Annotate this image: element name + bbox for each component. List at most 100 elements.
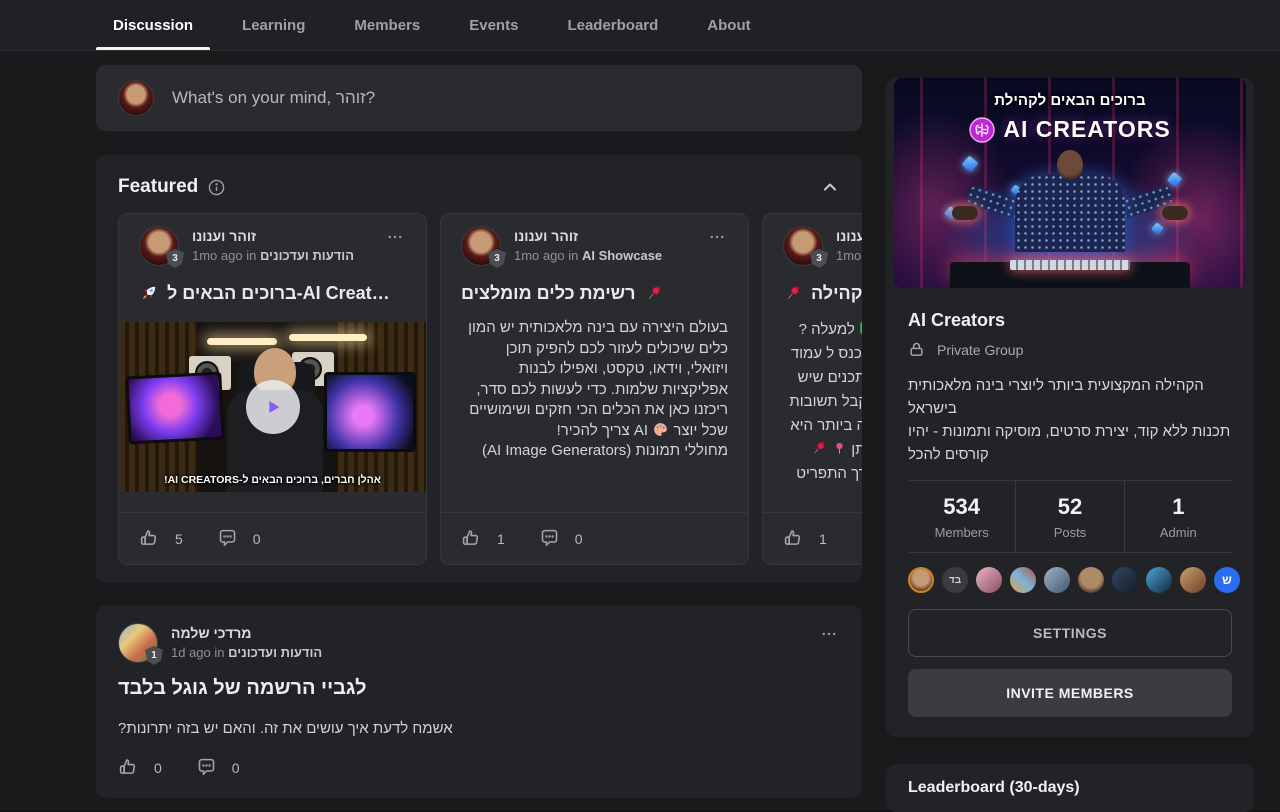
tab-label: Learning — [242, 17, 305, 34]
stat-members: 534 Members — [908, 481, 1015, 552]
comment-button[interactable]: 0 — [539, 528, 583, 549]
play-button[interactable] — [246, 380, 300, 434]
comment-count: 0 — [232, 760, 240, 776]
comment-button[interactable]: 0 — [196, 757, 240, 778]
comment-button[interactable]: 0 — [217, 528, 261, 549]
like-button[interactable]: 0 — [118, 757, 162, 778]
featured-title: Featured — [118, 176, 198, 198]
invite-members-button[interactable]: INVITE MEMBERS — [908, 669, 1232, 717]
thumbs-up-icon — [461, 528, 482, 549]
tab-label: Discussion — [113, 17, 193, 34]
member-avatar[interactable] — [1044, 567, 1070, 593]
stat-admins: 1 Admin — [1124, 481, 1232, 552]
like-button[interactable]: 1 — [461, 528, 505, 549]
more-menu-icon[interactable] — [384, 226, 406, 248]
member-avatar[interactable] — [976, 567, 1002, 593]
author-name[interactable]: מרדכי שלמה — [171, 624, 322, 642]
post-body-text: בה ביותר היא — [763, 414, 862, 438]
author-name[interactable]: זוהר וענונו — [514, 227, 662, 245]
author-name[interactable]: זוהר וענונו — [192, 227, 354, 245]
video-thumbnail[interactable]: אהלן חברים, ברוכים הבאים ל-AI CREATORS! — [119, 322, 426, 492]
post-composer[interactable]: What's on your mind, זוהר? — [96, 65, 862, 131]
banner-welcome-text: ברוכים הבאים לקהילת — [894, 92, 1246, 109]
level-badge: 3 — [810, 249, 828, 268]
more-menu-icon[interactable] — [706, 226, 728, 248]
post-category[interactable]: AI Showcase — [582, 248, 662, 263]
comment-count: 0 — [575, 531, 583, 547]
member-avatar[interactable] — [1146, 567, 1172, 593]
post-actions: 1 0 — [441, 512, 748, 564]
tab-label: About — [707, 17, 750, 34]
tab-about[interactable]: About — [690, 0, 767, 50]
main-column: What's on your mind, זוהר? Featured — [96, 51, 862, 798]
group-description-line: תכנות ללא קוד, יצירת סרטים, מוסיקה ותמונ… — [908, 420, 1232, 466]
author-avatar[interactable]: 3 — [139, 226, 179, 266]
member-avatar[interactable] — [1180, 567, 1206, 593]
post-meta: 1mo ago in הודעות ועדכונים — [192, 247, 354, 265]
tab-discussion[interactable]: Discussion — [96, 0, 210, 50]
group-banner: ברוכים הבאים לקהילת AI CREATORS — [894, 78, 1246, 288]
post-category[interactable]: הודעות ועדכונים — [260, 248, 354, 263]
comment-button[interactable] — [861, 528, 862, 549]
tab-members[interactable]: Members — [337, 0, 437, 50]
post-title[interactable]: ברוכים הבאים ל-AI Creat… — [139, 280, 406, 306]
feed-post[interactable]: 1 מרדכי שלמה 1d ago in הודעות ועדכונים ל… — [96, 605, 862, 798]
member-avatar[interactable] — [1112, 567, 1138, 593]
round-pin-icon — [832, 441, 847, 456]
member-avatar[interactable]: בד — [942, 567, 968, 593]
featured-header: Featured — [118, 175, 840, 199]
tab-learning[interactable]: Learning — [225, 0, 322, 50]
post-body-text: דרך התפריט — [763, 462, 862, 486]
author-name[interactable]: זוהר וענונו — [836, 227, 862, 245]
post-meta: 1mo ago in — [836, 247, 862, 265]
featured-card-community[interactable]: 3 זוהר וענונו 1mo ago in — [762, 213, 862, 565]
stat-label: Admin — [1125, 525, 1232, 540]
stat-label: Posts — [1016, 525, 1123, 540]
post-timestamp: 1mo ago in — [514, 248, 578, 263]
author-avatar[interactable]: 3 — [783, 226, 823, 266]
info-icon[interactable] — [208, 179, 225, 196]
author-avatar[interactable]: 3 — [461, 226, 501, 266]
post-title[interactable]: לגביי הרשמה של גוגל בלבד — [118, 677, 840, 700]
post-title-text: ברוכים הבאים ל-AI Creat… — [167, 280, 390, 306]
member-avatar[interactable] — [1078, 567, 1104, 593]
stat-posts: 52 Posts — [1015, 481, 1123, 552]
video-caption: אהלן חברים, ברוכים הבאים ל-AI CREATORS! — [119, 474, 426, 486]
community-page: { "nav": { "tabs": [ { "label": "Discuss… — [0, 0, 1280, 811]
post-title[interactable]: קהילה — [783, 280, 862, 306]
chevron-up-icon[interactable] — [820, 177, 840, 197]
tab-label: Leaderboard — [567, 17, 658, 34]
featured-card-tools[interactable]: 3 זוהר וענונו 1mo ago in AI Showcase — [440, 213, 749, 565]
post-body-text: AI צריך להכיר! — [557, 422, 648, 439]
post-body: בעולם היצירה עם בינה מלאכותית יש המון כל… — [461, 318, 728, 462]
leaderboard-title: Leaderboard (30-days) — [908, 779, 1232, 797]
post-actions: 5 0 — [119, 512, 426, 564]
member-avatar[interactable] — [908, 567, 934, 593]
member-avatar[interactable] — [1010, 567, 1036, 593]
post-title[interactable]: רשימת כלים מומלצים — [461, 280, 728, 306]
tab-leaderboard[interactable]: Leaderboard — [550, 0, 675, 50]
post-title-text: רשימת כלים מומלצים — [461, 280, 636, 306]
thumbnail-art — [324, 372, 416, 452]
banner-art — [952, 206, 978, 220]
more-menu-icon[interactable] — [818, 623, 840, 645]
like-button[interactable]: 1 — [783, 528, 827, 549]
group-stats: 534 Members 52 Posts 1 Admin — [908, 481, 1232, 552]
post-category[interactable]: הודעות ועדכונים — [228, 645, 322, 660]
current-user-avatar[interactable] — [118, 80, 154, 116]
level-badge: 3 — [488, 249, 506, 268]
stat-value: 534 — [908, 494, 1015, 520]
stat-value: 1 — [1125, 494, 1232, 520]
like-button[interactable]: 5 — [139, 528, 183, 549]
thumbs-up-icon — [118, 757, 139, 778]
level-badge: 3 — [166, 249, 184, 268]
author-avatar[interactable]: 1 — [118, 623, 158, 663]
tab-label: Members — [354, 17, 420, 34]
settings-button[interactable]: SETTINGS — [908, 609, 1232, 657]
tab-events[interactable]: Events — [452, 0, 535, 50]
leaderboard-card: Leaderboard (30-days) — [886, 764, 1254, 812]
member-avatar[interactable]: ש — [1214, 567, 1240, 593]
thumbs-up-icon — [139, 528, 160, 549]
featured-card-welcome[interactable]: 3 זוהר וענונו 1mo ago in הודעות ועדכונים — [118, 213, 427, 565]
composer-prompt: What's on your mind, זוהר? — [172, 88, 375, 108]
